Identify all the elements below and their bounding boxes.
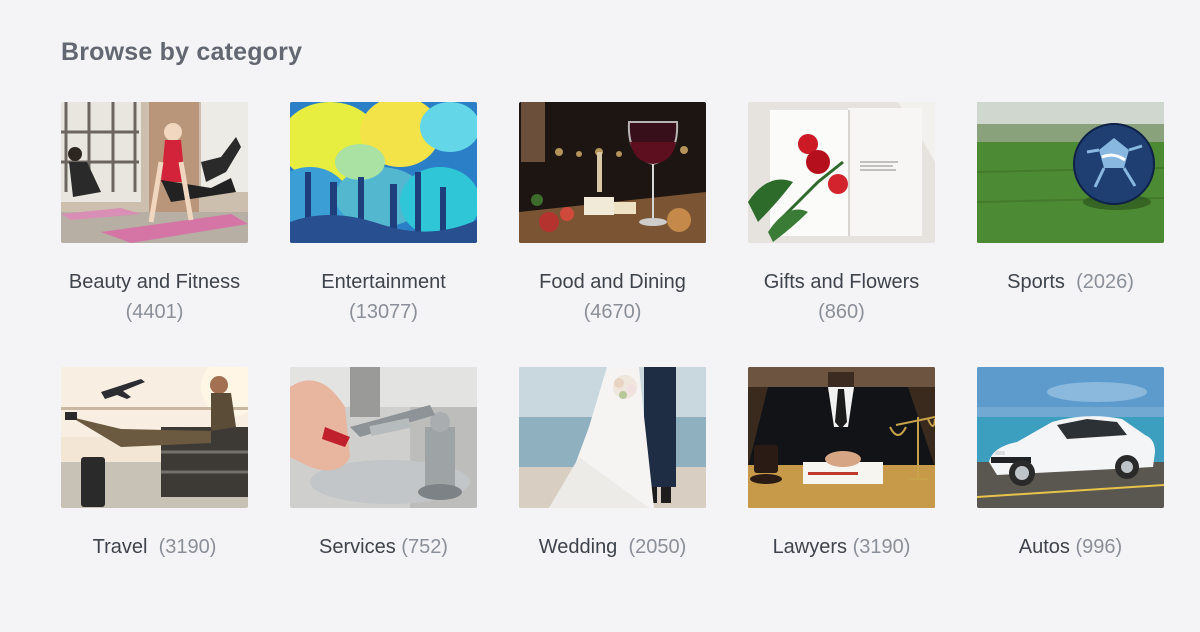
browse-by-category-section: Browse by category Beauty and Fitness (4… xyxy=(0,0,1200,619)
category-card-lawyers[interactable]: Lawyers (3190) xyxy=(748,367,935,632)
category-count: (4670) xyxy=(583,301,642,323)
category-label[interactable]: Gifts and Flowers (860) xyxy=(748,270,935,324)
category-count: (860) xyxy=(818,301,865,323)
category-name[interactable]: Lawyers xyxy=(773,536,847,558)
category-label[interactable]: Entertainment (13077) xyxy=(290,270,477,324)
category-count: (2026) xyxy=(1076,271,1134,293)
category-name[interactable]: Food and Dining xyxy=(539,271,686,293)
category-card-autos[interactable]: Autos (996) xyxy=(977,367,1164,632)
category-name[interactable]: Travel xyxy=(93,536,148,558)
category-card-entertainment[interactable]: Entertainment (13077) xyxy=(290,102,477,367)
category-card-beauty-and-fitness[interactable]: Beauty and Fitness (4401) xyxy=(61,102,248,367)
flowers-photo-icon[interactable] xyxy=(748,102,935,243)
category-card-gifts-and-flowers[interactable]: Gifts and Flowers (860) xyxy=(748,102,935,367)
category-label[interactable]: Food and Dining (4670) xyxy=(519,270,706,324)
fitness-photo-icon[interactable] xyxy=(61,102,248,243)
category-count: (2050) xyxy=(628,536,687,558)
category-name[interactable]: Services xyxy=(319,536,396,558)
category-grid: Beauty and Fitness (4401) Entertainment … xyxy=(61,102,1164,632)
category-name[interactable]: Wedding xyxy=(539,536,618,558)
section-title: Browse by category xyxy=(61,38,303,66)
category-name[interactable]: Autos xyxy=(1019,536,1070,558)
category-card-services[interactable]: Services (752) xyxy=(290,367,477,632)
category-count: (13077) xyxy=(349,301,418,323)
soccer-ball-photo-icon[interactable] xyxy=(977,102,1164,243)
food-photo-icon[interactable] xyxy=(519,102,706,243)
category-count: (3190) xyxy=(852,536,911,558)
lawyer-photo-icon[interactable] xyxy=(748,367,935,508)
plumbing-tools-photo-icon[interactable] xyxy=(290,367,477,508)
category-card-food-and-dining[interactable]: Food and Dining (4670) xyxy=(519,102,706,367)
airport-photo-icon[interactable] xyxy=(61,367,248,508)
category-name[interactable]: Sports xyxy=(1007,271,1065,293)
category-label[interactable]: Sports (2026) xyxy=(977,270,1164,294)
concert-photo-icon[interactable] xyxy=(290,102,477,243)
category-count: (3190) xyxy=(158,536,217,558)
category-count: (4401) xyxy=(125,301,184,323)
car-photo-icon[interactable] xyxy=(977,367,1164,508)
category-name[interactable]: Entertainment xyxy=(321,271,446,293)
category-card-wedding[interactable]: Wedding (2050) xyxy=(519,367,706,632)
category-label[interactable]: Beauty and Fitness (4401) xyxy=(61,270,248,324)
category-label[interactable]: Lawyers (3190) xyxy=(748,535,935,559)
category-name[interactable]: Gifts and Flowers xyxy=(764,271,920,293)
category-label[interactable]: Services (752) xyxy=(290,535,477,559)
category-count: (752) xyxy=(401,536,448,558)
category-card-sports[interactable]: Sports (2026) xyxy=(977,102,1164,367)
category-label[interactable]: Wedding (2050) xyxy=(519,535,706,559)
category-label[interactable]: Autos (996) xyxy=(977,535,1164,559)
category-label[interactable]: Travel (3190) xyxy=(61,535,248,559)
wedding-photo-icon[interactable] xyxy=(519,367,706,508)
category-name[interactable]: Beauty and Fitness xyxy=(69,271,240,293)
category-card-travel[interactable]: Travel (3190) xyxy=(61,367,248,632)
category-count: (996) xyxy=(1075,536,1123,558)
